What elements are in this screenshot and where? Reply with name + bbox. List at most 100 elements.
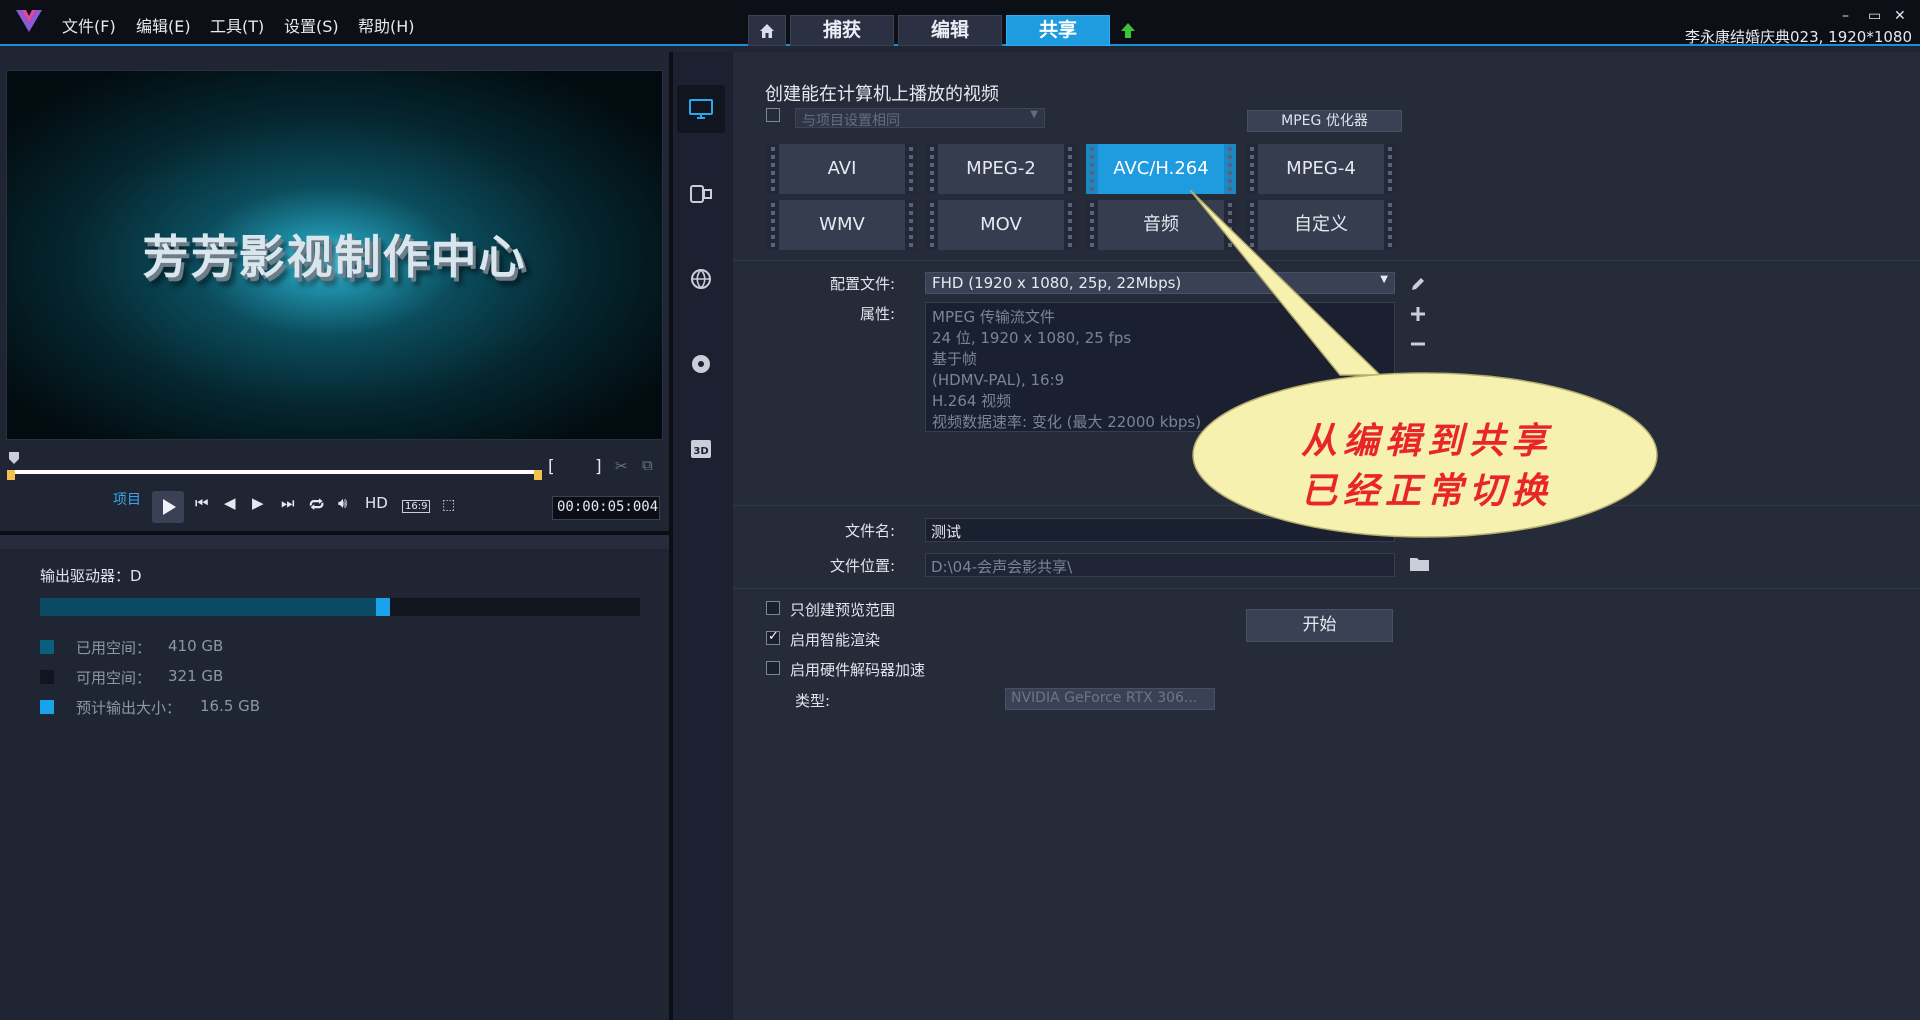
hd-toggle[interactable]: HD: [365, 494, 388, 512]
preview-range-label: 只创建预览范围: [790, 601, 896, 619]
output-drive-label: 输出驱动器：D: [40, 567, 142, 585]
chevron-down-icon: ▼: [1030, 109, 1038, 120]
home-button[interactable]: [748, 15, 786, 46]
mpeg-optimizer-button[interactable]: MPEG 优化器: [1247, 110, 1402, 132]
drive-used-fill: [40, 598, 376, 616]
video-preview: 芳芳影视制作中心: [6, 70, 663, 440]
home-icon: [760, 24, 774, 38]
menu-edit[interactable]: 编辑(E): [136, 13, 191, 37]
same-as-project-checkbox[interactable]: [766, 108, 780, 122]
go-start-icon[interactable]: ⏮: [195, 494, 209, 512]
same-as-project-text: 与项目设置相同: [802, 113, 900, 129]
legend-free-label: 可用空间：: [76, 669, 152, 687]
category-computer[interactable]: [677, 85, 725, 133]
profile-value: FHD (1920 x 1080, 25p, 22Mbps): [932, 274, 1182, 292]
section-divider: [733, 588, 1920, 589]
disc-icon: [692, 355, 710, 373]
project-info: 李永康结婚庆典023, 1920*1080: [1684, 28, 1912, 46]
upload-icon[interactable]: [1117, 20, 1139, 42]
category-web[interactable]: [677, 255, 725, 303]
drive-estimate-fill: [376, 598, 390, 616]
app-logo-icon: [16, 10, 42, 32]
3d-icon: 3D: [691, 440, 711, 458]
legend-estimate: 预计输出大小： 16.5 GB: [40, 697, 260, 718]
resize-icon[interactable]: ⬚: [442, 497, 455, 513]
tab-capture[interactable]: 捕获: [790, 15, 894, 46]
svg-text:3D: 3D: [693, 446, 708, 457]
trim-end-marker[interactable]: [534, 470, 542, 480]
callout-line: 已经正常切换: [1300, 470, 1553, 512]
repeat-icon[interactable]: 🔁︎: [309, 494, 324, 516]
go-end-icon[interactable]: ⏭: [281, 494, 295, 512]
format-mpeg2[interactable]: MPEG-2: [926, 144, 1076, 194]
smart-render-label: 启用智能渲染: [790, 631, 881, 649]
menu-file[interactable]: 文件(F): [62, 13, 116, 37]
scrubber-handle-icon[interactable]: [8, 451, 20, 465]
project-mode-label[interactable]: 项目: [113, 489, 141, 509]
menu-settings[interactable]: 设置(S): [284, 13, 339, 37]
gpu-value: NVIDIA GeForce RTX 306...: [1011, 690, 1198, 706]
play-button[interactable]: [152, 491, 184, 523]
minimize-button[interactable]: –: [1842, 8, 1849, 24]
play-icon: [163, 499, 176, 515]
format-wmv[interactable]: WMV: [767, 200, 917, 250]
trim-start-marker[interactable]: [7, 470, 15, 480]
title-bar: 文件(F) 编辑(E) 工具(T) 设置(S) 帮助(H) 捕获 编辑 共享 –…: [0, 0, 1920, 46]
folder-browse-icon[interactable]: [1408, 554, 1432, 574]
next-frame-icon[interactable]: ▶: [252, 494, 264, 512]
device-icon: [690, 185, 712, 203]
filename-label: 文件名:: [844, 522, 895, 540]
tab-edit[interactable]: 编辑: [898, 15, 1002, 46]
hw-decoder-label: 启用硬件解码器加速: [790, 661, 926, 679]
legend-used: 已用空间： 410 GB: [40, 637, 223, 658]
mark-in-button[interactable]: [: [548, 457, 555, 477]
hw-decoder-checkbox[interactable]: [766, 661, 780, 675]
prev-frame-icon[interactable]: ◀: [224, 494, 236, 512]
location-label: 文件位置:: [829, 557, 895, 575]
category-3d[interactable]: 3D: [677, 425, 725, 473]
left-separator-band: [0, 535, 669, 549]
legend-used-value: 410 GB: [168, 637, 224, 655]
category-device[interactable]: [677, 170, 725, 218]
format-avc-h264[interactable]: AVC/H.264: [1086, 144, 1236, 194]
scissors-icon[interactable]: ✂: [615, 457, 628, 475]
preview-range-checkbox[interactable]: [766, 601, 780, 615]
legend-free-swatch: [40, 670, 54, 684]
menu-tools[interactable]: 工具(T): [210, 13, 264, 37]
timecode-field[interactable]: 00:00:05:004: [552, 496, 660, 520]
callout-line: 从编辑到共享: [1300, 420, 1553, 462]
tab-share[interactable]: 共享: [1006, 15, 1110, 46]
preview-overlay-text: 芳芳影视制作中心: [142, 230, 527, 284]
location-input[interactable]: D:\04-会声会影共享\: [925, 553, 1395, 577]
menu-help[interactable]: 帮助(H): [358, 13, 415, 37]
restore-button[interactable]: ▭: [1868, 8, 1881, 24]
callout-text: 从编辑到共享 已经正常切换: [1282, 416, 1572, 516]
legend-estimate-label: 预计输出大小：: [76, 699, 182, 717]
scrubber-track[interactable]: [12, 470, 540, 474]
type-label: 类型:: [795, 692, 831, 710]
format-mpeg4[interactable]: MPEG-4: [1246, 144, 1396, 194]
legend-free-value: 321 GB: [168, 667, 224, 685]
format-mov[interactable]: MOV: [926, 200, 1076, 250]
copy-clip-icon[interactable]: ⧉: [642, 456, 653, 474]
category-disc[interactable]: [677, 340, 725, 388]
format-avi[interactable]: AVI: [767, 144, 917, 194]
volume-icon[interactable]: 🔊︎: [338, 494, 347, 512]
monitor-icon: [689, 99, 713, 119]
legend-used-label: 已用空间：: [76, 639, 152, 657]
share-title: 创建能在计算机上播放的视频: [765, 84, 999, 105]
same-as-project-select[interactable]: 与项目设置相同 ▼: [795, 108, 1045, 129]
profile-label: 配置文件:: [829, 275, 895, 293]
aspect-ratio-button[interactable]: 16:9: [402, 500, 431, 513]
legend-estimate-swatch: [40, 700, 54, 714]
globe-icon: [691, 269, 711, 290]
start-button[interactable]: 开始: [1246, 609, 1393, 642]
legend-free: 可用空间： 321 GB: [40, 667, 223, 688]
legend-estimate-value: 16.5 GB: [200, 697, 261, 715]
smart-render-checkbox[interactable]: [766, 629, 780, 645]
close-button[interactable]: ✕: [1894, 8, 1906, 24]
properties-label: 属性:: [859, 305, 895, 323]
gpu-select[interactable]: NVIDIA GeForce RTX 306...: [1005, 688, 1215, 710]
drive-usage-bar: [40, 598, 640, 616]
mark-out-button[interactable]: ]: [595, 457, 602, 477]
